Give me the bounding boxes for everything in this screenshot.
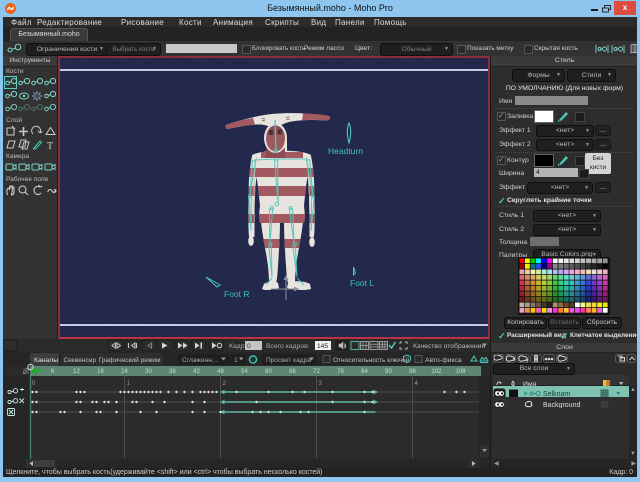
svg-text:T: T bbox=[47, 141, 53, 152]
svg-text:96: 96 bbox=[409, 369, 416, 375]
svg-text:18: 18 bbox=[97, 369, 104, 375]
svg-text:72: 72 bbox=[313, 369, 320, 375]
svg-text:54: 54 bbox=[241, 369, 248, 375]
svg-text:78: 78 bbox=[337, 369, 344, 375]
svg-text:30: 30 bbox=[145, 369, 152, 375]
svg-text:66: 66 bbox=[289, 369, 296, 375]
svg-text:48: 48 bbox=[217, 369, 224, 375]
svg-text:108: 108 bbox=[455, 369, 466, 375]
svg-text:12: 12 bbox=[73, 369, 80, 375]
svg-text:90: 90 bbox=[385, 369, 392, 375]
svg-text:Сглаженн...: Сглаженн... bbox=[182, 357, 218, 364]
svg-text:1: 1 bbox=[234, 357, 238, 364]
svg-text:Просвет кадра: Просвет кадра bbox=[266, 357, 311, 364]
svg-text:Всего кадров:: Всего кадров: bbox=[266, 343, 310, 350]
svg-text:Кадр:: Кадр: bbox=[229, 343, 246, 350]
svg-text:Качество отображения: Качество отображения bbox=[413, 342, 485, 350]
svg-text:Авто-фикса: Авто-фикса bbox=[425, 357, 462, 364]
svg-text:0: 0 bbox=[247, 343, 251, 350]
svg-text:42: 42 bbox=[193, 369, 200, 375]
svg-text:Каналы: Каналы bbox=[34, 357, 58, 364]
svg-text:60: 60 bbox=[265, 369, 272, 375]
svg-text:Графический режим: Графический режим bbox=[99, 356, 161, 364]
svg-text:Относительность ключей: Относительность ключей bbox=[333, 356, 410, 364]
svg-text:145: 145 bbox=[317, 343, 328, 350]
svg-text:24: 24 bbox=[121, 369, 128, 375]
svg-text:36: 36 bbox=[169, 369, 176, 375]
svg-text:84: 84 bbox=[361, 369, 368, 375]
svg-text:Секвенсер: Секвенсер bbox=[64, 357, 97, 364]
svg-text:102: 102 bbox=[431, 369, 442, 375]
